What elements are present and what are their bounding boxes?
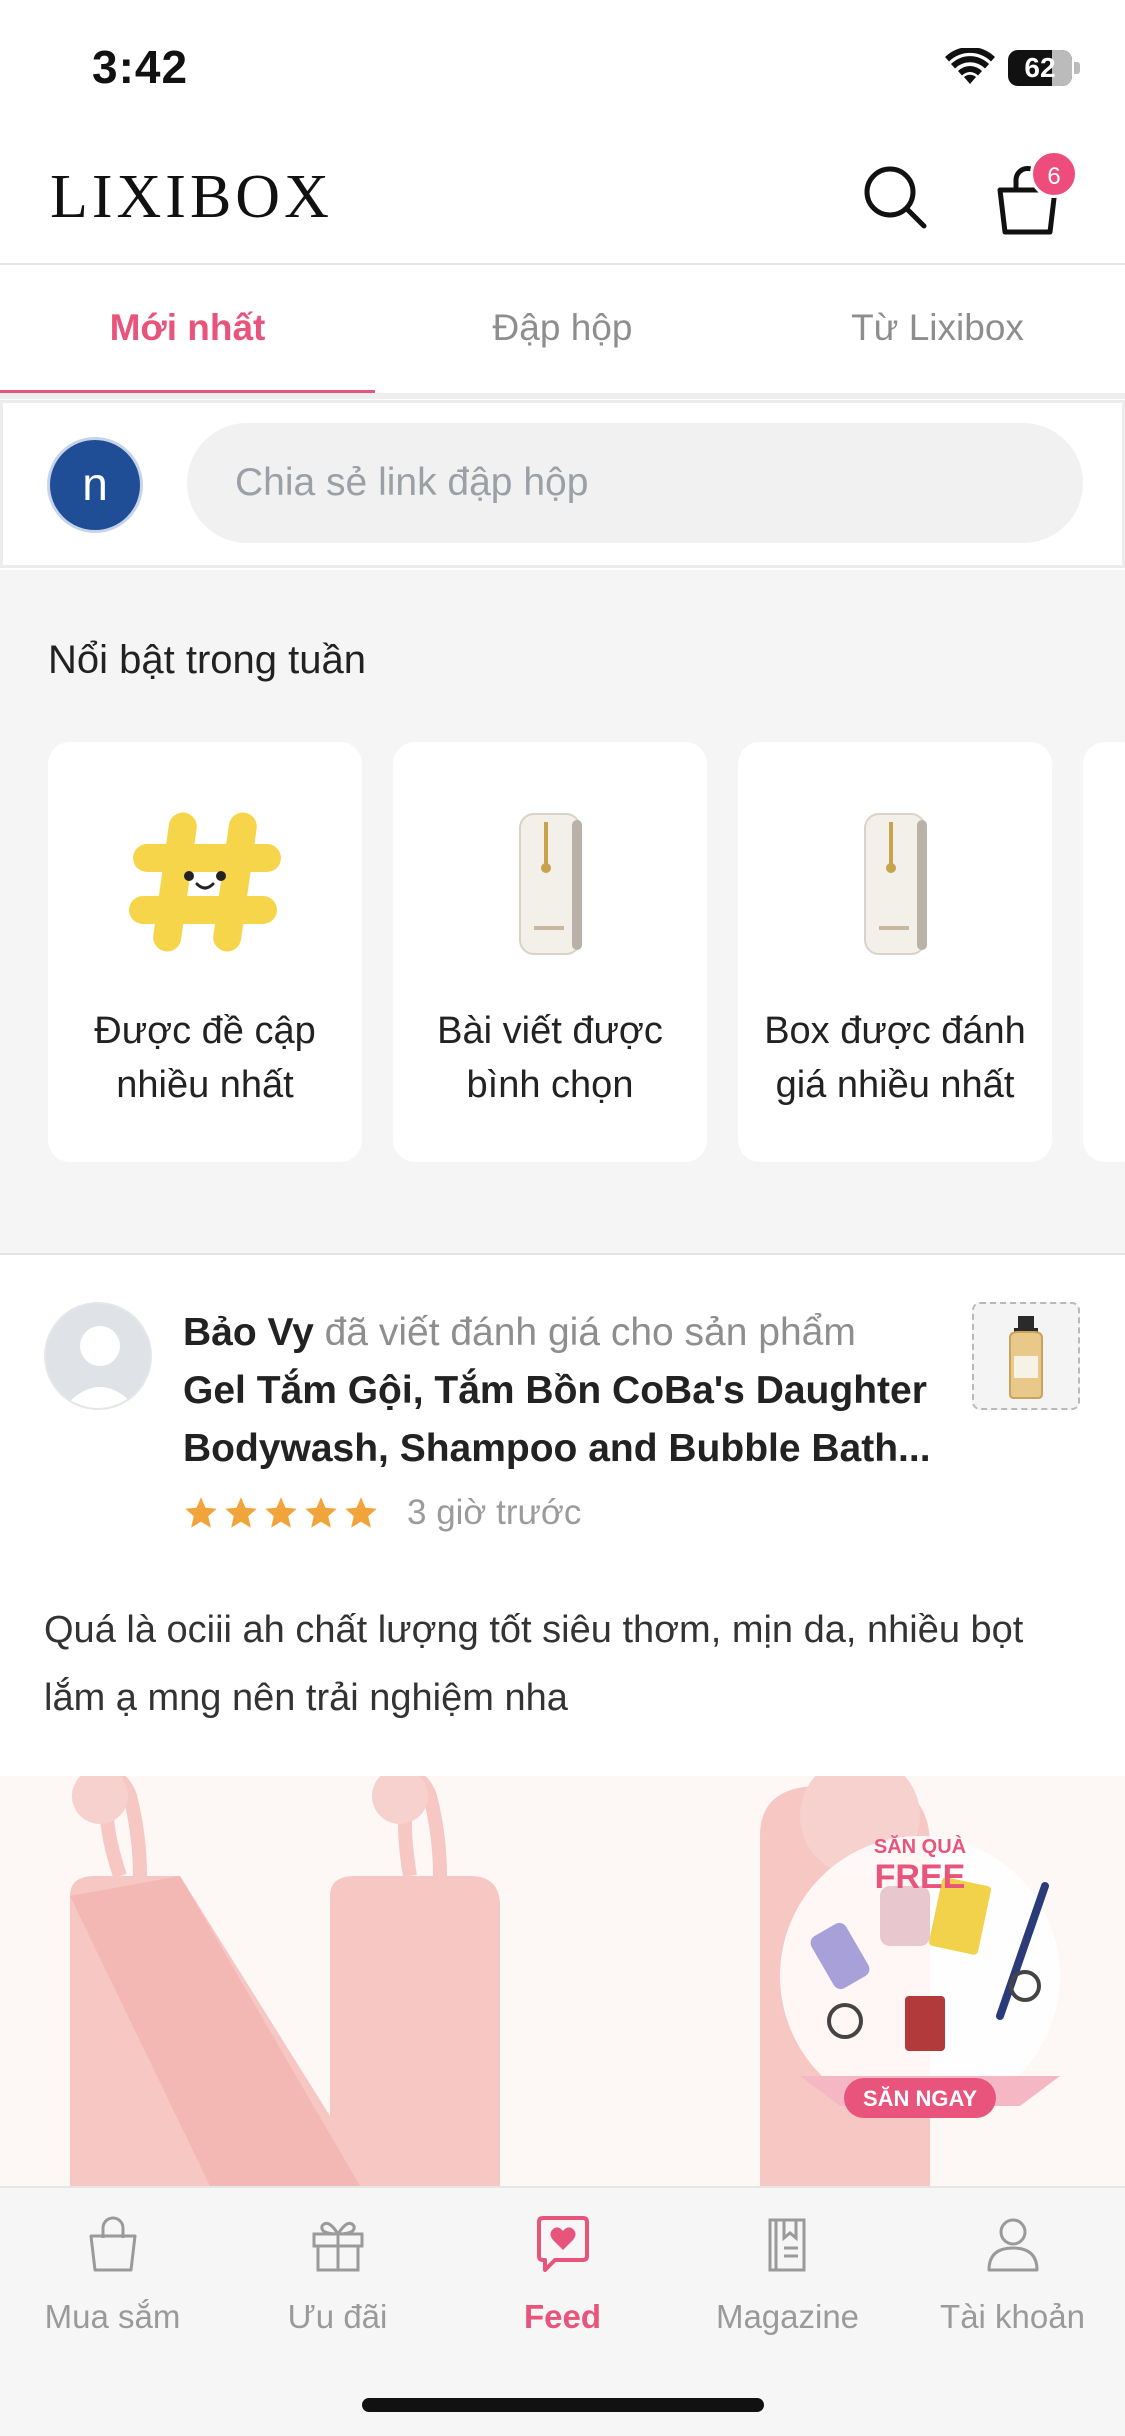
wifi-icon xyxy=(945,48,995,84)
product-bottle-icon xyxy=(864,813,927,955)
tabs-divider xyxy=(0,393,1125,399)
nav-feed[interactable]: Feed xyxy=(450,2212,675,2362)
product-bottle-icon xyxy=(519,813,582,955)
app-header: LIXIBOX xyxy=(0,140,1125,265)
product-thumbnail[interactable] xyxy=(972,1302,1080,1410)
post-image[interactable]: SĂN QUÀ FREE SĂN NGAY xyxy=(0,1776,1125,2186)
nav-tai-khoan[interactable]: Tài khoản xyxy=(900,2212,1125,2362)
featured-card-label: Box được đánh giá nhiều nhất xyxy=(764,1010,1026,1106)
nav-label: Mua sắm xyxy=(44,2298,181,2335)
cart-count-badge: 6 xyxy=(1030,150,1078,198)
default-avatar-icon xyxy=(46,1304,150,1408)
featured-title: Nổi bật trong tuần xyxy=(48,638,366,682)
post-action-text: đã viết đánh giá cho sản phẩm xyxy=(324,1311,856,1354)
status-time: 3:42 xyxy=(92,41,189,93)
feed-heart-icon xyxy=(536,2216,589,2272)
user-avatar[interactable]: n xyxy=(47,437,143,533)
promo-cta-text: SĂN NGAY xyxy=(863,2086,977,2111)
star-icon xyxy=(345,1497,377,1528)
nav-label: Magazine xyxy=(715,2298,860,2335)
share-link-input[interactable] xyxy=(187,423,1083,543)
promo-big-text: FREE xyxy=(875,1858,966,1896)
nav-uu-dai[interactable]: Ưu đãi xyxy=(225,2212,450,2362)
promo-banner-image: SĂN QUÀ FREE SĂN NGAY xyxy=(0,1776,1125,2186)
nav-label: Feed xyxy=(523,2298,602,2335)
lixibox-logo[interactable]: LIXIBOX xyxy=(50,162,333,233)
featured-card-label: Được đề cập nhiều nhất xyxy=(94,1010,316,1106)
featured-section: Nổi bật trong tuần Được đề cập nhiều nhấ… xyxy=(0,570,1125,1255)
star-icon xyxy=(265,1497,297,1528)
post-body-text: Quá là ociii ah chất lượng tốt siêu thơm… xyxy=(44,1609,1024,1719)
battery-icon: 62 xyxy=(1008,50,1080,86)
gift-icon xyxy=(312,2221,363,2272)
post-product-name[interactable]: Gel Tắm Gội, Tắm Bồn CoBa's Daughter Bod… xyxy=(183,1362,963,1478)
star-rating xyxy=(183,1495,379,1531)
feed-post: Bảo Vy đã viết đánh giá cho sản phẩm Gel… xyxy=(0,1256,1125,2186)
compose-bar: n xyxy=(0,400,1125,568)
post-author-avatar[interactable] xyxy=(44,1302,152,1410)
home-indicator[interactable] xyxy=(362,2398,764,2412)
product-bottle-icon xyxy=(1009,1316,1043,1399)
nav-mua-sam[interactable]: Mua sắm xyxy=(0,2212,225,2362)
featured-card-most-mentioned[interactable]: Được đề cập nhiều nhất xyxy=(48,742,362,1162)
battery-level: 62 xyxy=(1024,52,1056,83)
nav-magazine[interactable]: Magazine xyxy=(675,2212,900,2362)
tab-tu-lixibox[interactable]: Từ Lixibox xyxy=(750,267,1125,395)
status-bar: 3:42 62 xyxy=(0,0,1125,140)
nav-label: Tài khoản xyxy=(940,2298,1085,2335)
featured-card-next-partial[interactable] xyxy=(1083,742,1125,1162)
post-header: Bảo Vy đã viết đánh giá cho sản phẩm Gel… xyxy=(183,1304,963,1478)
hashtag-icon xyxy=(129,812,281,952)
post-time: 3 giờ trước xyxy=(407,1493,582,1532)
featured-card-label: Bài viết được bình chọn xyxy=(437,1010,663,1106)
star-icon xyxy=(225,1497,257,1528)
rating-row: 3 giờ trước xyxy=(183,1488,581,1538)
post-author-name[interactable]: Bảo Vy xyxy=(183,1311,314,1354)
star-icon xyxy=(305,1497,337,1528)
featured-card-voted-posts[interactable]: Bài viết được bình chọn xyxy=(393,742,707,1162)
account-icon xyxy=(987,2218,1038,2272)
search-icon[interactable] xyxy=(860,162,930,232)
shopping-bag-icon xyxy=(89,2216,136,2272)
promo-small-text: SĂN QUÀ xyxy=(874,1835,966,1858)
tab-moi-nhat[interactable]: Mới nhất xyxy=(0,267,375,395)
featured-card-most-rated-box[interactable]: Box được đánh giá nhiều nhất xyxy=(738,742,1052,1162)
feed-tabs: Mới nhất Đập hộp Từ Lixibox xyxy=(0,267,1125,395)
tab-dap-hop[interactable]: Đập hộp xyxy=(375,267,750,395)
nav-label: Ưu đãi xyxy=(287,2298,388,2335)
magazine-icon xyxy=(768,2218,805,2272)
star-icon xyxy=(185,1497,217,1528)
